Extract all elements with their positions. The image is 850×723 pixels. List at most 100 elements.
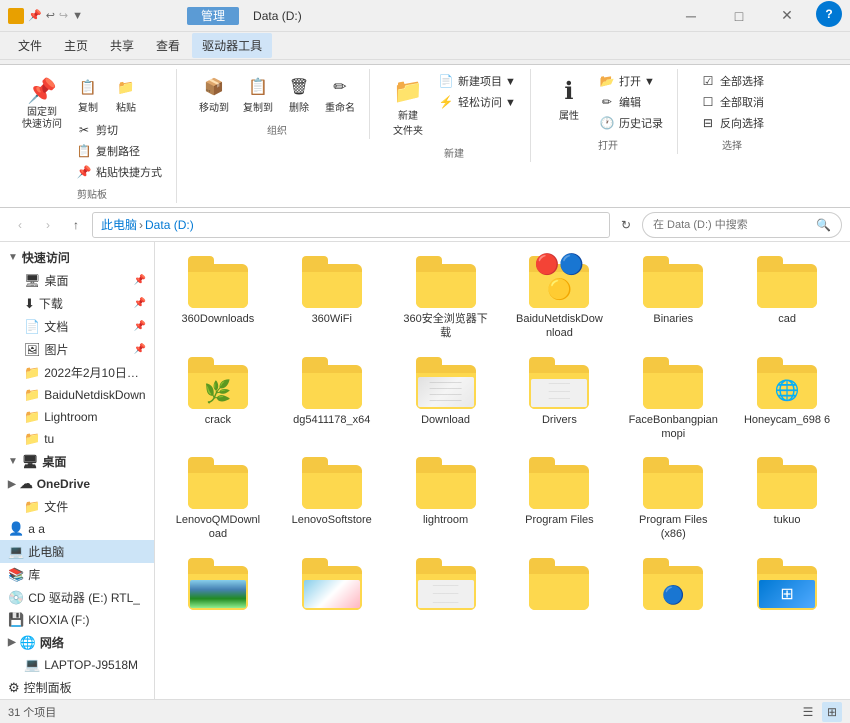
folder-dg5411178[interactable]: dg5411178_x64	[277, 351, 387, 448]
ribbon-group-new: 📁 新建文件夹 📄新建项目 ▼ ⚡轻松访问 ▼ 新建	[378, 69, 531, 162]
folder-360downloads[interactable]: 360Downloads	[163, 250, 273, 347]
edit-button[interactable]: ✏编辑	[593, 92, 669, 112]
refresh-button[interactable]: ↻	[614, 213, 638, 237]
pics-icon: 🖼	[24, 342, 41, 358]
folder-tukuo[interactable]: tukuo	[732, 451, 842, 548]
docs-label: 文档	[44, 318, 68, 335]
easy-access-button[interactable]: ⚡轻松访问 ▼	[432, 92, 522, 112]
folder-drivers[interactable]: ─────────────── Drivers	[505, 351, 615, 448]
sidebar-desktop2-header[interactable]: ▼ 🖥 桌面	[0, 450, 154, 473]
folder-360wifi[interactable]: 360WiFi	[277, 250, 387, 347]
cut-button[interactable]: ✂剪切	[70, 120, 168, 140]
sidebar-network-header[interactable]: ▶ 🌐 网络	[0, 631, 154, 654]
title-bar: 📌 ↩ ↪ ▼ 管理 Data (D:) ─ □ ✕ ?	[0, 0, 850, 32]
address-path[interactable]: 此电脑 › Data (D:)	[92, 212, 610, 238]
folder-360browser[interactable]: 360安全浏览器下载	[391, 250, 501, 347]
menu-home[interactable]: 主页	[54, 33, 98, 58]
grid-view-button[interactable]: ⊞	[822, 702, 842, 722]
select-all-button[interactable]: ☑全部选择	[694, 71, 770, 91]
copy-to-button[interactable]: 📋 复制到	[237, 71, 279, 118]
minimize-button[interactable]: ─	[668, 1, 714, 31]
sidebar-item-2022[interactable]: 📁 2022年2月10日长沙	[0, 361, 154, 384]
invert-selection-button[interactable]: ⊟反向选择	[694, 113, 770, 133]
folder-programfilesx86[interactable]: Program Files (x86)	[618, 451, 728, 548]
sidebar-item-baidu[interactable]: 📁 BaiduNetdiskDown	[0, 384, 154, 406]
deselect-all-button[interactable]: ☐全部取消	[694, 92, 770, 112]
folder-programfiles[interactable]: Program Files	[505, 451, 615, 548]
library-icon: 📚	[8, 567, 24, 583]
search-box[interactable]: 🔍	[642, 212, 842, 238]
copy-path-button[interactable]: 📋复制路径	[70, 141, 168, 161]
menu-drive-tools[interactable]: 驱动器工具	[192, 33, 272, 58]
pin-to-quickaccess-button[interactable]: 📌 固定到快速访问	[16, 71, 68, 182]
status-bar: 31 个项目 ☰ ⊞	[0, 699, 850, 723]
sidebar-item-desktop1[interactable]: 🖥 桌面 📌	[0, 269, 154, 292]
back-button[interactable]: ‹	[8, 213, 32, 237]
folder-lenovoqm[interactable]: LenovoQMDownload	[163, 451, 273, 548]
delete-button[interactable]: 🗑 删除	[281, 71, 317, 118]
sidebar-item-pics[interactable]: 🖼 图片 📌	[0, 338, 154, 361]
sidebar-item-download[interactable]: ⬇ 下载 📌	[0, 292, 154, 315]
new-folder-button[interactable]: 📁 新建文件夹	[386, 71, 430, 141]
help-button[interactable]: ?	[816, 1, 842, 27]
path-computer[interactable]: 此电脑	[101, 216, 137, 233]
folder-win11[interactable]: ⊞	[732, 552, 842, 620]
sidebar-item-cd[interactable]: 💿 CD 驱动器 (E:) RTL_	[0, 586, 154, 609]
folder-download[interactable]: ──────────────────────────────────── Dow…	[391, 351, 501, 448]
folder-name: Program Files	[525, 513, 593, 527]
sidebar-item-docs[interactable]: 📄 文档 📌	[0, 315, 154, 338]
properties-button[interactable]: ℹ 属性	[547, 71, 591, 133]
sidebar-item-library[interactable]: 📚 库	[0, 563, 154, 586]
paste-button[interactable]: 📁 粘贴	[108, 71, 144, 118]
folder-misc5[interactable]: 🔵	[618, 552, 728, 620]
paste-shortcut-button[interactable]: 📌粘贴快捷方式	[70, 162, 168, 182]
search-input[interactable]	[653, 219, 812, 231]
maximize-button[interactable]: □	[716, 1, 762, 31]
folder-facebonbang[interactable]: FaceBonbangpianmopi	[618, 351, 728, 448]
sidebar-item-tu[interactable]: 📁 tu	[0, 428, 154, 450]
file-area[interactable]: 360Downloads 360WiFi 360安全浏览器下载	[155, 242, 850, 699]
forward-button[interactable]: ›	[36, 213, 60, 237]
deselect-icon: ☐	[700, 94, 716, 110]
folder-crack[interactable]: 🌿 crack	[163, 351, 273, 448]
folder-icon	[302, 256, 362, 308]
open-button[interactable]: 📂打开 ▼	[593, 71, 669, 91]
sidebar-item-controlpanel[interactable]: ⚙ 控制面板	[0, 676, 154, 699]
folder-name: LenovoSoftstore	[292, 513, 372, 527]
folder-lightroom[interactable]: lightroom	[391, 451, 501, 548]
new-item-button[interactable]: 📄新建项目 ▼	[432, 71, 522, 91]
sidebar-item-aa[interactable]: 👤 a a	[0, 518, 154, 540]
folder-honeycam[interactable]: 🌐 Honeycam_698 6	[732, 351, 842, 448]
menu-view[interactable]: 查看	[146, 33, 190, 58]
ribbon-group-open: ℹ 属性 📂打开 ▼ ✏编辑 🕐历史记录 打开	[539, 69, 678, 154]
folder-lenovosoft[interactable]: LenovoSoftstore	[277, 451, 387, 548]
move-to-button[interactable]: 📦 移动到	[193, 71, 235, 118]
folder-binaries[interactable]: Binaries	[618, 250, 728, 347]
clipboard-label: 剪贴板	[77, 186, 107, 201]
up-button[interactable]: ↑	[64, 213, 88, 237]
folder-misc2[interactable]	[277, 552, 387, 620]
close-button[interactable]: ✕	[764, 1, 810, 31]
folder-baidunetdisk[interactable]: 🔴🔵🟡 BaiduNetdiskDownload	[505, 250, 615, 347]
paste-shortcut-icon: 📌	[76, 164, 92, 180]
sidebar-item-kioxia[interactable]: 💾 KIOXIA (F:)	[0, 609, 154, 631]
folder-icon: ──────────────────	[416, 558, 476, 610]
copy-button[interactable]: 📋 复制	[70, 71, 106, 118]
manage-label[interactable]: 管理	[187, 7, 239, 25]
folder-misc4[interactable]	[505, 552, 615, 620]
rename-button[interactable]: ✏ 重命名	[319, 71, 361, 118]
sidebar-quickaccess-header[interactable]: ▼ 快速访问	[0, 246, 154, 269]
sidebar-item-laptop[interactable]: 💻 LAPTOP-J9518M	[0, 654, 154, 676]
menu-file[interactable]: 文件	[8, 33, 52, 58]
folder-misc3[interactable]: ──────────────────	[391, 552, 501, 620]
folder-misc1[interactable]	[163, 552, 273, 620]
history-button[interactable]: 🕐历史记录	[593, 113, 669, 133]
list-view-button[interactable]: ☰	[798, 702, 818, 722]
sidebar-item-wenjian[interactable]: 📁 文件	[0, 495, 154, 518]
sidebar-onedrive-header[interactable]: ▶ ☁ OneDrive	[0, 473, 154, 495]
sidebar-item-thispc[interactable]: 💻 此电脑	[0, 540, 154, 563]
menu-share[interactable]: 共享	[100, 33, 144, 58]
path-drive[interactable]: Data (D:)	[145, 218, 194, 232]
sidebar-item-lightroom[interactable]: 📁 Lightroom	[0, 406, 154, 428]
folder-cad[interactable]: cad	[732, 250, 842, 347]
